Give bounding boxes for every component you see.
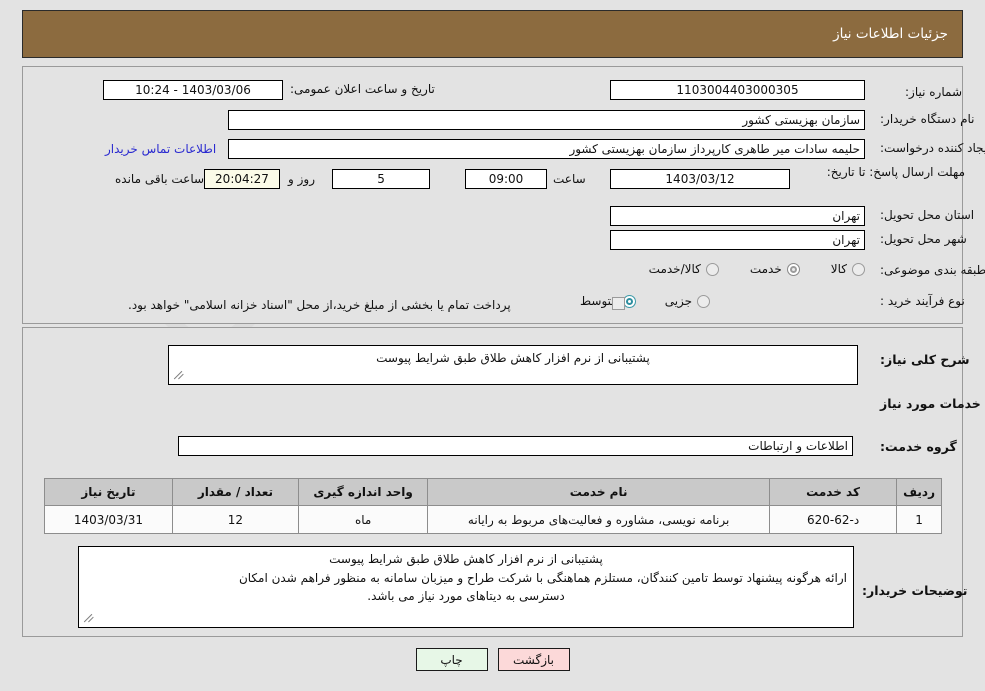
- back-button[interactable]: بازگشت: [497, 648, 570, 671]
- deadline-time-label: ساعت: [553, 172, 586, 186]
- page-title: جزئیات اطلاعات نیاز: [833, 26, 948, 42]
- announce-datetime-label: تاریخ و ساعت اعلان عمومی:: [290, 82, 435, 96]
- announce-datetime-row: تاریخ و ساعت اعلان عمومی:: [290, 82, 435, 96]
- cell-radif: 1: [896, 505, 942, 534]
- buyer-notes-label: توضیحات خریدار:: [862, 583, 968, 598]
- cell-name: برنامه نویسی، مشاوره و فعالیت‌های مربوط …: [427, 505, 771, 534]
- cell-qty: 12: [171, 505, 300, 534]
- col-unit: واحد اندازه گیری: [298, 478, 429, 506]
- process-options: جزیی متوسط: [575, 294, 711, 308]
- deadline-label: مهلت ارسال پاسخ: تا تاریخ:: [826, 165, 965, 179]
- deadline-date-value: 1403/03/12: [610, 169, 790, 189]
- treasury-bond-checkbox[interactable]: [612, 297, 625, 310]
- col-code: کد خدمت: [769, 478, 898, 506]
- action-button-bar: بازگشت چاپ: [0, 648, 985, 671]
- page-root: AnaTender .net جزئیات اطلاعات نیاز شماره…: [0, 0, 985, 691]
- process-label: نوع فرآیند خرید :: [880, 294, 965, 308]
- cell-unit: ماه: [298, 505, 429, 534]
- buyer-notes-line-2: ارائه هرگونه پیشنهاد توسط تامین کنندگان،…: [238, 570, 847, 585]
- category-options: کالا خدمت کالا/خدمت: [545, 262, 865, 276]
- radio-category-khedmat[interactable]: [786, 262, 800, 276]
- general-desc-value: پشتیبانی از نرم افزار کاهش طلاق طبق شرای…: [376, 351, 650, 365]
- services-section-title: اطلاعات خدمات مورد نیاز: [880, 396, 985, 411]
- city-label: شهر محل تحویل:: [880, 232, 967, 246]
- print-button[interactable]: چاپ: [415, 648, 488, 671]
- need-info-panel: [22, 66, 963, 324]
- radio-category-khedmat-label: خدمت: [749, 262, 782, 276]
- col-name: نام خدمت: [427, 478, 771, 506]
- radio-category-kala-label: کالا: [830, 262, 847, 276]
- buyer-contact-link[interactable]: اطلاعات تماس خریدار: [105, 142, 216, 156]
- requester-label: ایجاد کننده درخواست:: [880, 141, 985, 155]
- remaining-hours-label: ساعت باقی مانده: [115, 172, 205, 186]
- col-date: تاریخ نیاز: [44, 478, 173, 506]
- process-row: نوع فرآیند خرید :: [880, 294, 965, 308]
- countdown-timer: 20:04:27: [204, 169, 280, 189]
- need-number-value: 1103004403000305: [610, 80, 865, 100]
- need-number-row: شماره نیاز:: [880, 82, 962, 102]
- requester-value: حلیمه سادات میر طاهری کارپرداز سازمان به…: [228, 139, 865, 159]
- general-desc-textarea[interactable]: پشتیبانی از نرم افزار کاهش طلاق طبق شرای…: [168, 345, 858, 385]
- cell-code: د-62-620: [769, 505, 898, 534]
- radio-process-jozei-label: جزیی: [664, 294, 693, 308]
- buyer-notes-line-1: پشتیبانی از نرم افزار کاهش طلاق طبق شرای…: [329, 552, 603, 566]
- col-radif: ردیف: [896, 478, 942, 506]
- service-group-label: گروه خدمت:: [880, 439, 957, 454]
- table-header-row: ردیف کد خدمت نام خدمت واحد اندازه گیری ت…: [44, 478, 942, 506]
- province-label: استان محل تحویل:: [880, 208, 975, 222]
- window-title-bar: جزئیات اطلاعات نیاز: [22, 10, 963, 58]
- province-row: استان محل تحویل:: [880, 208, 974, 222]
- buyer-notes-textarea[interactable]: پشتیبانی از نرم افزار کاهش طلاق طبق شرای…: [78, 546, 854, 628]
- buyer-org-label: نام دستگاه خریدار:: [880, 112, 975, 126]
- category-label: طبقه بندی موضوعی:: [880, 263, 985, 277]
- category-row: طبقه بندی موضوعی:: [880, 263, 985, 277]
- buyer-notes-line-3: دسترسی به دیتاهای مورد نیاز می باشد.: [367, 589, 565, 604]
- requester-row: ایجاد کننده درخواست:: [880, 141, 985, 155]
- general-desc-label: شرح کلی نیاز:: [880, 352, 970, 367]
- province-value: تهران: [610, 206, 865, 226]
- cell-date: 1403/03/31: [44, 505, 173, 534]
- deadline-time-value: 09:00: [465, 169, 547, 189]
- city-row: شهر محل تحویل:: [880, 232, 967, 246]
- buyer-org-row: نام دستگاه خریدار:: [880, 112, 975, 126]
- table-row[interactable]: 1 د-62-620 برنامه نویسی، مشاوره و فعالیت…: [44, 505, 942, 534]
- service-group-value: اطلاعات و ارتباطات: [178, 436, 853, 456]
- need-number-label: شماره نیاز:: [905, 85, 962, 99]
- days-and-label: روز و: [288, 172, 315, 186]
- announce-datetime-value: 1403/03/06 - 10:24: [103, 80, 283, 100]
- treasury-bond-label: پرداخت تمام یا بخشی از مبلغ خرید،از محل …: [128, 298, 511, 312]
- radio-category-kala[interactable]: [852, 262, 865, 276]
- resize-grip-icon: [81, 613, 94, 626]
- services-table: ردیف کد خدمت نام خدمت واحد اندازه گیری ت…: [44, 478, 942, 534]
- buyer-org-value: سازمان بهزیستی کشور: [228, 110, 865, 130]
- radio-category-kala-khedmat-label: کالا/خدمت: [648, 262, 701, 276]
- resize-grip-icon: [171, 370, 184, 383]
- radio-category-kala-khedmat[interactable]: [705, 262, 719, 276]
- col-qty: تعداد / مقدار: [171, 478, 300, 506]
- city-value: تهران: [610, 230, 865, 250]
- deadline-row: مهلت ارسال پاسخ: تا تاریخ:: [826, 163, 965, 181]
- radio-process-jozei[interactable]: [697, 294, 711, 308]
- remaining-days-value: 5: [332, 169, 430, 189]
